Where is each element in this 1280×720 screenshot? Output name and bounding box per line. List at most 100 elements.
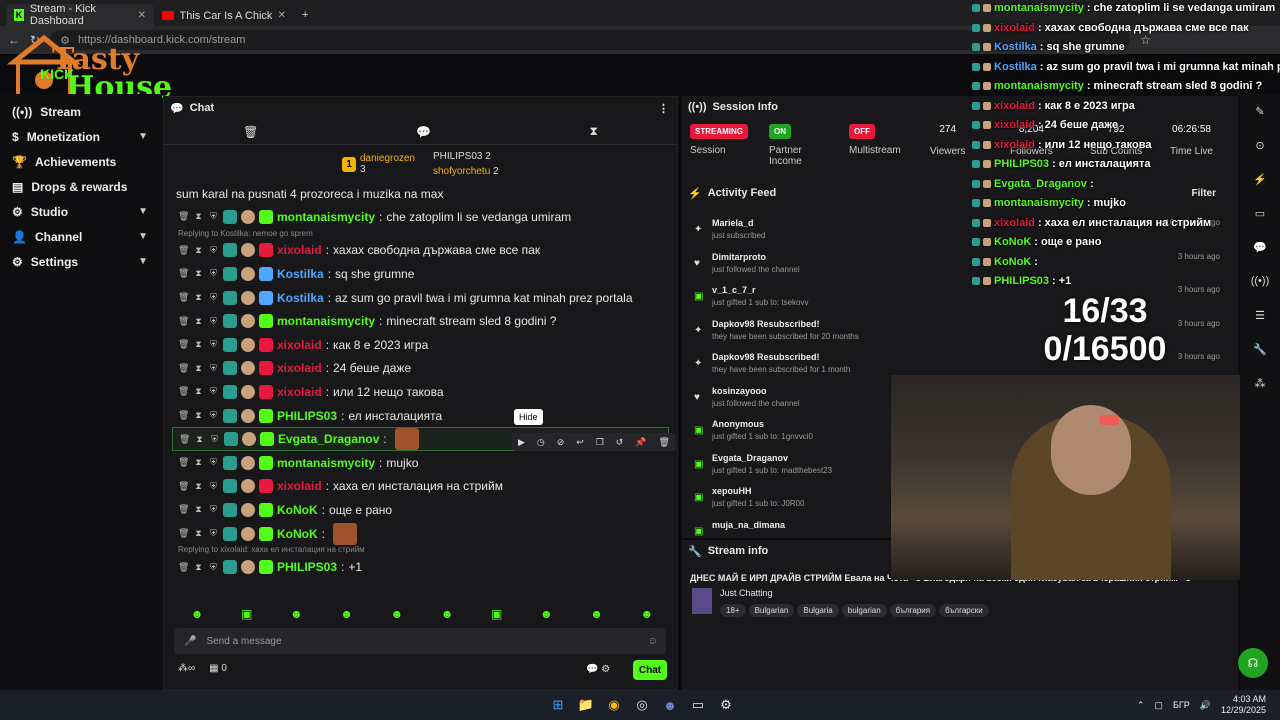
shield-icon[interactable]: ⛨ — [208, 245, 219, 256]
timeout-icon[interactable]: ⧗ — [193, 410, 204, 421]
trash-icon[interactable]: 🗑 — [178, 245, 189, 256]
chat-username[interactable]: Kostilka — [277, 267, 324, 281]
trash-icon[interactable]: 🗑 — [178, 316, 189, 327]
chat-message[interactable]: 🗑 ⧗ ⛨ montanaismycity: minecraft stream sled… — [164, 309, 677, 333]
emote-icon[interactable]: ☻ — [590, 607, 603, 625]
list-icon[interactable]: ☰ — [1240, 298, 1280, 332]
trash-icon[interactable]: 🗑 — [178, 528, 189, 539]
trash-icon[interactable]: 🗑 — [178, 481, 189, 492]
shield-icon[interactable]: ⛨ — [208, 410, 219, 421]
shield-icon[interactable]: ⛨ — [208, 268, 219, 279]
gifter-second[interactable]: PHILIPS03 2 — [433, 149, 499, 164]
clock[interactable]: 4:03 AM 12/29/2025 — [1221, 694, 1266, 716]
emote-icon[interactable]: ▣ — [491, 607, 502, 625]
chat-message[interactable]: 🗑 ⧗ ⛨ KoNoK: — [164, 522, 677, 546]
comment-icon[interactable]: 💬 — [416, 125, 431, 139]
timeout-icon[interactable]: ⧗ — [193, 292, 204, 303]
settings-icon[interactable]: ⚙ — [714, 694, 738, 716]
new-tab-button[interactable]: + — [294, 4, 316, 26]
emote-icon[interactable]: ☻ — [340, 607, 353, 625]
bolt-icon[interactable]: ⚡ — [1240, 162, 1280, 196]
sidebar-item-settings[interactable]: ⚙ Settings ▼ — [0, 249, 162, 274]
emote-icon[interactable]: ☻ — [290, 607, 303, 625]
filter-button[interactable]: Filter — [1192, 188, 1216, 199]
bookmark-icon[interactable]: ☆ — [1140, 33, 1151, 47]
chat-username[interactable]: montanaismycity — [277, 314, 375, 328]
tag-chip[interactable]: българия — [889, 604, 937, 617]
emote-icon[interactable]: ☻ — [191, 607, 204, 625]
emote-icon[interactable]: ☻ — [391, 607, 404, 625]
tag-chip[interactable]: 18+ — [720, 604, 746, 617]
trash-icon[interactable]: 🗑 — [178, 292, 189, 303]
tag-chip[interactable]: Bulgaria — [797, 604, 839, 617]
trash-icon[interactable]: 🗑 — [178, 211, 189, 222]
trash-icon[interactable]: 🗑 — [179, 434, 190, 445]
broadcast-icon[interactable]: ((•)) — [1240, 264, 1280, 298]
emote-icon[interactable]: ☻ — [640, 607, 653, 625]
shield-icon[interactable]: ⛨ — [209, 434, 220, 445]
pencil-icon[interactable]: ✎ — [1240, 94, 1280, 128]
mic-icon[interactable]: 🎤 — [184, 636, 196, 647]
emote-icon[interactable]: ▣ — [241, 607, 252, 625]
shield-icon[interactable]: ⛨ — [208, 562, 219, 573]
chrome-icon[interactable]: ◉ — [602, 694, 626, 716]
timeout-icon[interactable]: ⧗ — [193, 316, 204, 327]
pin-icon[interactable]: 📌 — [635, 437, 646, 448]
trash-icon[interactable]: 🗑 — [178, 410, 189, 421]
timeout-icon[interactable]: ⧗ — [193, 457, 204, 468]
chat-username[interactable]: xixolaid — [277, 338, 322, 352]
chat-message[interactable]: 🗑 ⧗ ⛨ KoNoK: още е рано — [164, 498, 677, 522]
timeout-icon[interactable]: ⧗ — [193, 211, 204, 222]
chat-message[interactable]: 🗑 ⧗ ⛨ xixolaid: как 8 е 2023 игра — [164, 333, 677, 357]
chat-username[interactable]: montanaismycity — [277, 210, 375, 224]
chat-message[interactable]: 🗑 ⧗ ⛨ PHILIPS03: ел инсталацията — [164, 404, 677, 428]
chat-settings-icon[interactable]: 💬 ⚙ — [586, 664, 610, 675]
timeout-icon[interactable]: ⧗ — [193, 268, 204, 279]
chat-input[interactable]: 🎤 Send a message ☺ — [174, 628, 666, 654]
gifter-first[interactable]: 1 daniegrozen 3 — [342, 153, 415, 175]
timeout-icon[interactable]: ⧗ — [193, 481, 204, 492]
trash-icon[interactable]: 🗑 — [178, 268, 189, 279]
discord-icon[interactable]: ☻ — [658, 694, 682, 716]
emote-icon[interactable]: ☻ — [540, 607, 553, 625]
shield-icon[interactable]: ⛨ — [208, 211, 219, 222]
chat-username[interactable]: montanaismycity — [277, 456, 375, 470]
emoji-icon[interactable]: ☺ — [648, 636, 658, 647]
chat-username[interactable]: xixolaid — [277, 385, 322, 399]
chat-username[interactable]: xixolaid — [277, 479, 322, 493]
trash-icon[interactable]: 🗑 — [243, 125, 258, 139]
timeout-icon[interactable]: ⧗ — [193, 386, 204, 397]
more-icon[interactable]: ⋮ — [658, 102, 669, 115]
emote-icon[interactable]: ☻ — [441, 607, 454, 625]
support-icon[interactable]: ☊ — [1238, 648, 1268, 678]
windows-start-icon[interactable]: ⊞ — [546, 694, 570, 716]
obs-icon[interactable]: ◎ — [630, 694, 654, 716]
trash-icon[interactable]: 🗑 — [178, 363, 189, 374]
close-icon[interactable]: ✕ — [138, 10, 146, 21]
sidebar-item-monetization[interactable]: $ Monetization ▼ — [0, 124, 162, 149]
chat-username[interactable]: PHILIPS03 — [277, 409, 337, 423]
shield-icon[interactable]: ⛨ — [208, 339, 219, 350]
people-icon[interactable]: ⁂ — [1240, 366, 1280, 400]
trash-icon[interactable]: 🗑 — [178, 339, 189, 350]
hourglass-icon[interactable]: ⧗ — [590, 124, 598, 139]
sidebar-item-stream[interactable]: ((•)) Stream — [0, 99, 162, 124]
play-icon[interactable]: ▶ — [518, 437, 525, 448]
chat-username[interactable]: PHILIPS03 — [277, 560, 337, 574]
trash-icon[interactable]: 🗑 — [178, 386, 189, 397]
chat-message[interactable]: 🗑 ⧗ ⛨ montanaismycity: mujko — [164, 451, 677, 475]
timeout-icon[interactable]: ⧗ — [193, 363, 204, 374]
tag-chip[interactable]: bulgarian — [841, 604, 887, 617]
shield-icon[interactable]: ⛨ — [208, 457, 219, 468]
timeout-icon[interactable]: ⧗ — [194, 434, 205, 445]
shield-icon[interactable]: ⛨ — [208, 528, 219, 539]
users-icon[interactable]: ⁂∞ — [178, 663, 195, 674]
chat-message[interactable]: 🗑 ⧗ ⛨ xixolaid:24 беше даже — [164, 357, 677, 381]
chat-username[interactable]: xixolaid — [277, 243, 322, 257]
network-icon[interactable]: ▢ — [1154, 700, 1163, 711]
close-icon[interactable]: ✕ — [278, 10, 286, 21]
timeout-icon[interactable]: ⧗ — [193, 339, 204, 350]
tag-chip[interactable]: български — [939, 604, 989, 617]
chat-username[interactable]: Evgata_Draganov — [278, 432, 379, 446]
language-indicator[interactable]: БГР — [1173, 700, 1190, 710]
